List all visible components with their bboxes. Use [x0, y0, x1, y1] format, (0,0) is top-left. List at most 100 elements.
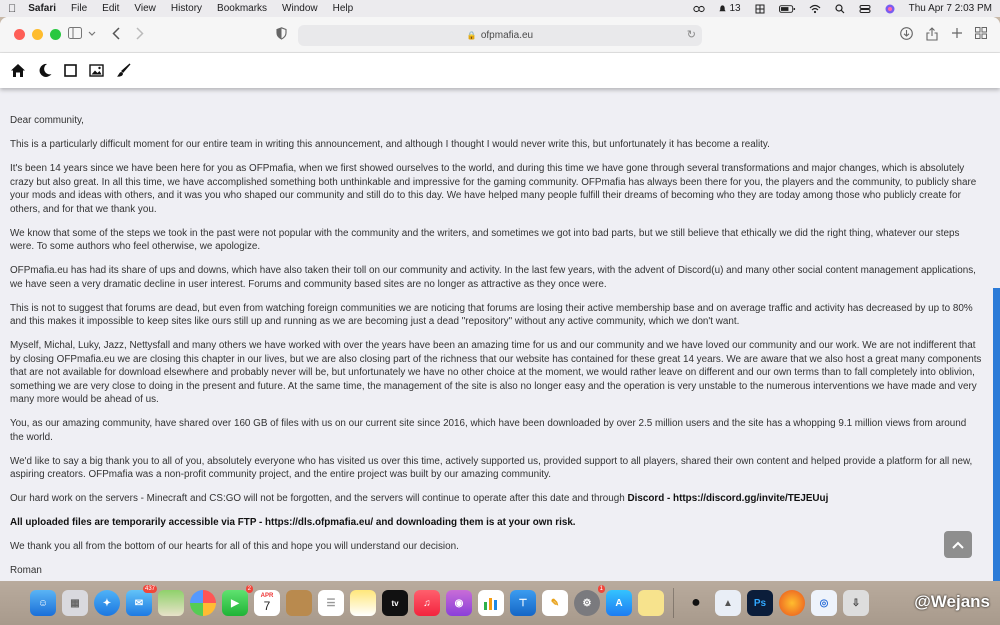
calendar-icon[interactable]: APR 7 [254, 590, 280, 616]
window-controls [14, 29, 61, 40]
spotlight-search-icon[interactable] [834, 3, 846, 14]
servers-text: Our hard work on the servers - Minecraft… [10, 493, 628, 504]
browser-toolbar: 🔒 ofpmafia.eu ↻ [0, 17, 1000, 53]
facetime-badge: 2 [245, 585, 253, 593]
podcasts-icon[interactable]: ◉ [446, 590, 472, 616]
photos-icon[interactable] [190, 590, 216, 616]
firefox-icon[interactable] [779, 590, 805, 616]
ftp-notice[interactable]: All uploaded files are temporarily acces… [10, 517, 576, 528]
system-preferences-icon[interactable]: ⚙ 1 [574, 585, 605, 616]
macos-dock: ☺ ▦ ✦ ✉ 437 ▶ 2 APR 7 ☰ tv ♫ ◉ ⊤ ✎ ⚙ 1 A ● ▲… [0, 581, 1000, 625]
site-nav-bar [0, 53, 1000, 88]
menu-file[interactable]: File [71, 3, 87, 14]
wifi-icon[interactable] [809, 4, 821, 14]
paragraph-decline: OFPmafia.eu has had its share of ups and… [10, 265, 976, 290]
safari-window: 🔒 ofpmafia.eu ↻ Dear community, This is … [0, 17, 1000, 581]
page-scrollbar[interactable] [993, 288, 1000, 581]
home-icon[interactable] [10, 63, 26, 78]
contacts-icon[interactable] [286, 590, 312, 616]
paragraph-intro: This is a particularly difficult moment … [10, 139, 770, 150]
macos-menu-bar:  Safari File Edit View History Bookmark… [0, 0, 1000, 17]
qq-icon[interactable]: ● [683, 590, 709, 616]
close-window-button[interactable] [14, 29, 25, 40]
music-icon[interactable]: ♫ [414, 590, 440, 616]
maps-icon[interactable] [158, 590, 184, 616]
apple-menu-icon[interactable]:  [8, 3, 16, 15]
signature: Roman [10, 565, 42, 576]
square-icon[interactable] [64, 64, 77, 77]
image-icon[interactable] [89, 64, 104, 77]
notification-status[interactable]: 13 [718, 3, 741, 14]
keynote-icon[interactable]: ⊤ [510, 590, 536, 616]
safari-icon[interactable]: ✦ [94, 590, 120, 616]
siri-icon[interactable] [884, 4, 896, 14]
dock-separator [673, 588, 674, 618]
brush-icon[interactable] [116, 63, 131, 78]
paragraph-forums: This is not to suggest that forums are d… [10, 302, 973, 328]
app-store-icon[interactable]: A [606, 590, 632, 616]
chevron-down-icon[interactable] [88, 31, 96, 37]
finder-icon[interactable]: ☺ [30, 590, 56, 616]
menu-help[interactable]: Help [333, 3, 354, 14]
apple-tv-icon[interactable]: tv [382, 590, 408, 616]
address-bar[interactable]: 🔒 ofpmafia.eu ↻ [298, 25, 702, 46]
battery-icon[interactable] [778, 4, 796, 14]
scroll-to-top-button[interactable] [944, 531, 972, 558]
moon-icon[interactable] [38, 63, 52, 78]
paragraph-servers: Our hard work on the servers - Minecraft… [10, 492, 982, 506]
menu-bookmarks[interactable]: Bookmarks [217, 3, 267, 14]
back-button[interactable] [112, 27, 120, 40]
mail-icon[interactable]: ✉ 437 [126, 585, 157, 616]
reload-icon[interactable]: ↻ [687, 28, 696, 41]
paragraph-closing: We thank you all from the bottom of our … [10, 541, 459, 552]
announcement-article: Dear community, This is a particularly d… [0, 106, 992, 581]
cloud-app-icon[interactable]: ◎ [811, 590, 837, 616]
chevron-up-icon [952, 541, 964, 549]
reminders-icon[interactable]: ☰ [318, 590, 344, 616]
grid-status-icon[interactable] [754, 4, 766, 14]
control-center-icon[interactable] [859, 4, 871, 14]
status-count: 13 [729, 3, 741, 14]
menu-view[interactable]: View [134, 3, 156, 14]
appstore-badge: 1 [597, 585, 605, 593]
share-icon[interactable] [926, 27, 938, 41]
menu-edit[interactable]: Edit [102, 3, 119, 14]
menu-history[interactable]: History [171, 3, 202, 14]
paragraph-ftp: All uploaded files are temporarily acces… [10, 516, 982, 530]
rocket-app-icon[interactable]: ▲ [715, 590, 741, 616]
privacy-shield-icon[interactable] [276, 27, 287, 40]
launchpad-icon[interactable]: ▦ [62, 590, 88, 616]
bell-icon [719, 4, 727, 11]
numbers-icon[interactable] [478, 590, 504, 616]
menu-app-name[interactable]: Safari [28, 3, 56, 14]
photoshop-icon[interactable]: Ps [747, 590, 773, 616]
menu-clock[interactable]: Thu Apr 7 2:03 PM [909, 3, 992, 14]
mail-badge: 437 [142, 585, 157, 593]
paragraph-history: It's been 14 years since we have been he… [10, 163, 977, 215]
greeting: Dear community, [10, 115, 84, 126]
new-tab-icon[interactable] [951, 27, 963, 39]
menu-extras: 13 Thu Apr 7 2:03 PM [693, 0, 992, 17]
link-status-icon[interactable] [693, 4, 706, 14]
paragraph-thanks: We'd like to say a big thank you to all … [10, 455, 973, 481]
notes-icon[interactable] [350, 590, 376, 616]
sidebar-toggle-icon[interactable] [68, 27, 82, 39]
watermark: @Wejans [914, 592, 990, 611]
lock-icon: 🔒 [466, 31, 477, 40]
paragraph-stats: You, as our amazing community, have shar… [10, 418, 967, 443]
downloads-folder-icon[interactable]: ⇩ [843, 590, 869, 616]
zoom-window-button[interactable] [50, 29, 61, 40]
stickies-icon[interactable] [638, 590, 664, 616]
calendar-day: 7 [263, 599, 271, 613]
url-text: ofpmafia.eu [480, 30, 534, 41]
downloads-icon[interactable] [900, 27, 913, 40]
discord-link[interactable]: Discord - https://discord.gg/invite/TEJE… [628, 493, 829, 504]
tab-overview-icon[interactable] [975, 27, 987, 39]
menu-window[interactable]: Window [282, 3, 318, 14]
forward-button[interactable] [136, 27, 144, 40]
paragraph-team: Myself, Michal, Luky, Jazz, Nettysfall a… [10, 340, 982, 405]
pages-icon[interactable]: ✎ [542, 590, 568, 616]
minimize-window-button[interactable] [32, 29, 43, 40]
paragraph-apology: We know that some of the steps we took i… [10, 227, 960, 253]
facetime-icon[interactable]: ▶ 2 [222, 585, 253, 616]
